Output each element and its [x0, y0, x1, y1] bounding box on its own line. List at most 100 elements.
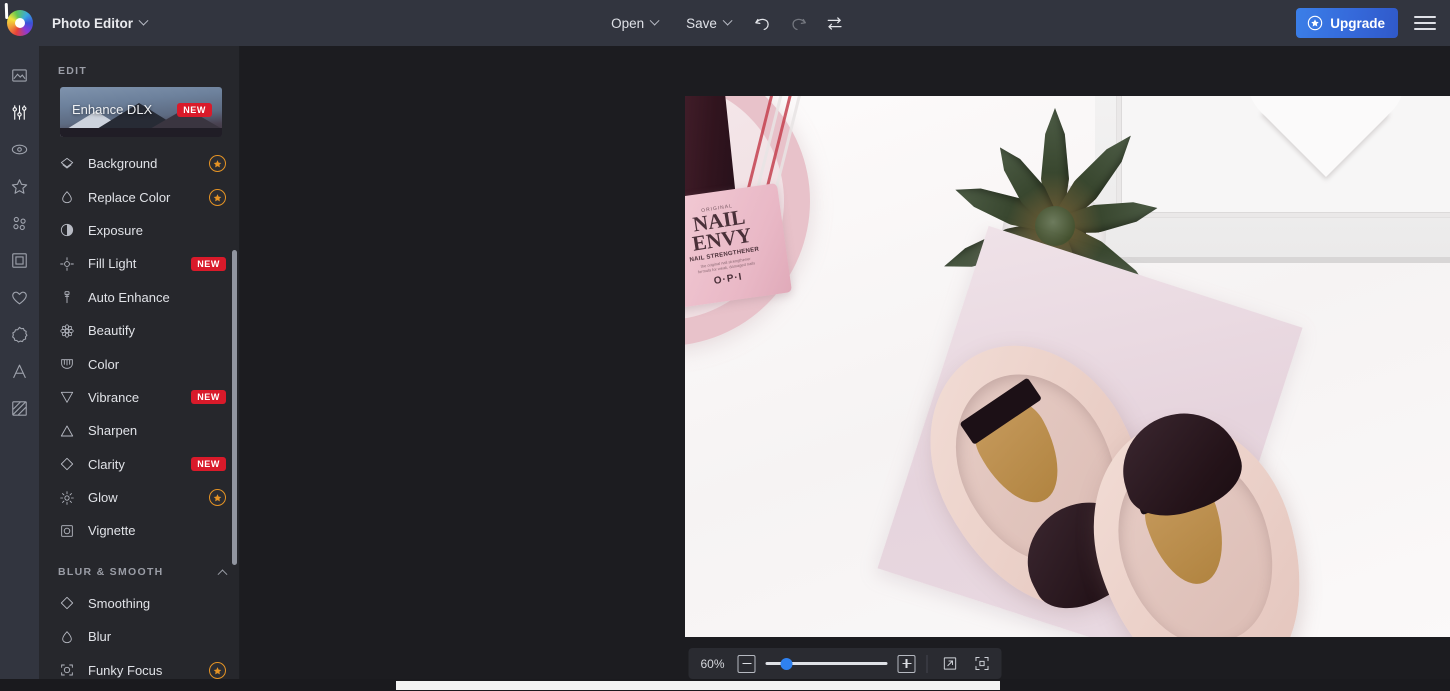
upgrade-button[interactable]: Upgrade	[1296, 8, 1398, 38]
hamburger-menu-icon[interactable]	[1412, 10, 1438, 36]
rail-item-overlays[interactable]	[3, 169, 37, 203]
panel-header: EDIT	[58, 65, 88, 77]
rail-item-badges[interactable]	[3, 317, 37, 351]
menu-item-label: Glow	[88, 490, 118, 506]
rail-item-effects[interactable]	[3, 132, 37, 166]
open-menu-button[interactable]: Open	[597, 10, 672, 37]
menu-item-badge: NEW	[191, 457, 226, 472]
pro-star-badge-icon	[209, 661, 226, 679]
rail-item-edit-photo[interactable]	[3, 58, 37, 92]
zoom-out-button[interactable]	[737, 654, 756, 673]
focus-frame-icon	[58, 662, 75, 678]
menu-item-color[interactable]: Color	[39, 347, 240, 380]
panel-scrollbar-thumb[interactable]	[232, 250, 237, 565]
fit-to-screen-button[interactable]	[971, 653, 993, 675]
tool-rail	[0, 46, 39, 691]
compare-button[interactable]	[818, 8, 852, 38]
menu-item-fill-light[interactable]: Fill Light NEW	[39, 247, 240, 280]
photo-editor-logo-icon	[7, 10, 33, 36]
pink-nail-polish-object: ORIGINAL NAIL ENVY NAIL STRENGTHENER the …	[685, 183, 793, 309]
redo-button[interactable]	[782, 8, 816, 38]
zoom-slider-thumb[interactable]	[780, 657, 793, 670]
menu-item-label: Exposure	[88, 222, 143, 238]
menu-item-glow[interactable]: Glow	[39, 481, 240, 514]
wand-icon	[58, 289, 75, 305]
page-horizontal-scrollbar-thumb[interactable]	[396, 681, 1000, 690]
menu-item-badge	[209, 661, 226, 679]
page-horizontal-scrollbar[interactable]	[0, 679, 1450, 691]
menu-item-replace-color[interactable]: Replace Color	[39, 180, 240, 213]
rail-item-frames[interactable]	[3, 243, 37, 277]
rail-item-stickers[interactable]	[3, 206, 37, 240]
menu-item-label: Vignette	[88, 523, 136, 539]
menu-item-label: Background	[88, 156, 158, 172]
vignette-icon	[58, 523, 75, 539]
new-badge: NEW	[191, 390, 226, 405]
eye-icon	[11, 144, 28, 154]
compare-swap-icon	[827, 16, 842, 30]
menu-item-vibrance[interactable]: Vibrance NEW	[39, 381, 240, 414]
save-menu-button[interactable]: Save	[672, 10, 745, 37]
menu-item-badge: NEW	[191, 390, 226, 405]
menu-item-label: Blur	[88, 629, 112, 645]
sliders-icon	[12, 104, 27, 120]
panel-scroll-area: Enhance DLX NEW Background Replace Color…	[39, 87, 240, 691]
zoom-level-value: 60%	[700, 656, 725, 671]
pro-star-badge-icon	[209, 489, 226, 507]
menu-item-label: Color	[88, 356, 120, 372]
menu-item-label: Vibrance	[88, 389, 140, 405]
blur-smooth-menu-list: Smoothing Blur Funky Focus	[39, 587, 240, 691]
image-icon	[12, 68, 27, 82]
main-body: EDIT Enhance DLX NEW Background Replace …	[0, 46, 1450, 691]
rail-item-favorites[interactable]	[3, 280, 37, 314]
promo-label: Enhance DLX	[72, 102, 153, 117]
section-label: BLUR & SMOOTH	[58, 565, 164, 578]
redo-arrow-icon	[792, 18, 807, 30]
new-badge: NEW	[191, 457, 226, 472]
diamond-icon	[58, 456, 75, 472]
app-title-label: Photo Editor	[52, 15, 133, 31]
app-logo[interactable]	[0, 0, 40, 46]
rail-item-textures[interactable]	[3, 391, 37, 425]
menu-item-blur[interactable]: Blur	[39, 620, 240, 653]
rail-item-text[interactable]	[3, 354, 37, 388]
menu-item-label: Fill Light	[88, 256, 137, 272]
menu-item-sharpen[interactable]: Sharpen	[39, 414, 240, 447]
section-header-blur-smooth[interactable]: BLUR & SMOOTH	[39, 552, 240, 587]
menu-item-beautify[interactable]: Beautify	[39, 314, 240, 347]
menu-item-auto-enhance[interactable]: Auto Enhance	[39, 281, 240, 314]
rail-item-adjust[interactable]	[3, 95, 37, 129]
menu-item-vignette[interactable]: Vignette	[39, 514, 240, 547]
menu-item-label: Replace Color	[88, 189, 171, 205]
zoom-in-button[interactable]	[897, 654, 916, 673]
menu-item-label: Beautify	[88, 323, 135, 339]
chevron-down-icon	[722, 15, 733, 26]
undo-arrow-icon	[755, 18, 770, 30]
star-circle-icon	[1308, 15, 1323, 31]
canvas-area: ORIGINAL NAIL ENVY NAIL STRENGTHENER the …	[240, 46, 1450, 691]
zoom-slider[interactable]	[765, 656, 888, 672]
app-title-dropdown[interactable]: Photo Editor	[48, 12, 151, 35]
menu-item-label: Sharpen	[88, 423, 138, 439]
layers-diamond-icon	[58, 156, 75, 172]
triangle-up-icon	[58, 423, 75, 439]
star-icon	[11, 178, 28, 194]
text-a-icon	[13, 364, 26, 378]
photo-editor-app: Photo Editor Open Save Upgrade EDIT Enha…	[0, 0, 1450, 691]
expand-view-button[interactable]	[939, 653, 961, 675]
menu-item-clarity[interactable]: Clarity NEW	[39, 448, 240, 481]
photo-canvas[interactable]: ORIGINAL NAIL ENVY NAIL STRENGTHENER the …	[685, 96, 1450, 637]
half-circle-icon	[58, 222, 75, 238]
enhance-dlx-promo-banner[interactable]: Enhance DLX NEW	[60, 87, 222, 137]
toolbar-center-group: Open Save	[597, 8, 853, 38]
edit-menu-list: Background Replace Color Exposure Fill L…	[39, 147, 240, 552]
chevron-down-icon	[138, 15, 149, 26]
menu-item-smoothing[interactable]: Smoothing	[39, 587, 240, 620]
menu-item-background[interactable]: Background	[39, 147, 240, 180]
square-frame-icon	[12, 252, 27, 268]
undo-button[interactable]	[746, 8, 780, 38]
menu-item-label: Funky Focus	[88, 662, 163, 678]
menu-item-label: Clarity	[88, 456, 125, 472]
menu-item-exposure[interactable]: Exposure	[39, 214, 240, 247]
pro-star-badge-icon	[209, 155, 226, 173]
